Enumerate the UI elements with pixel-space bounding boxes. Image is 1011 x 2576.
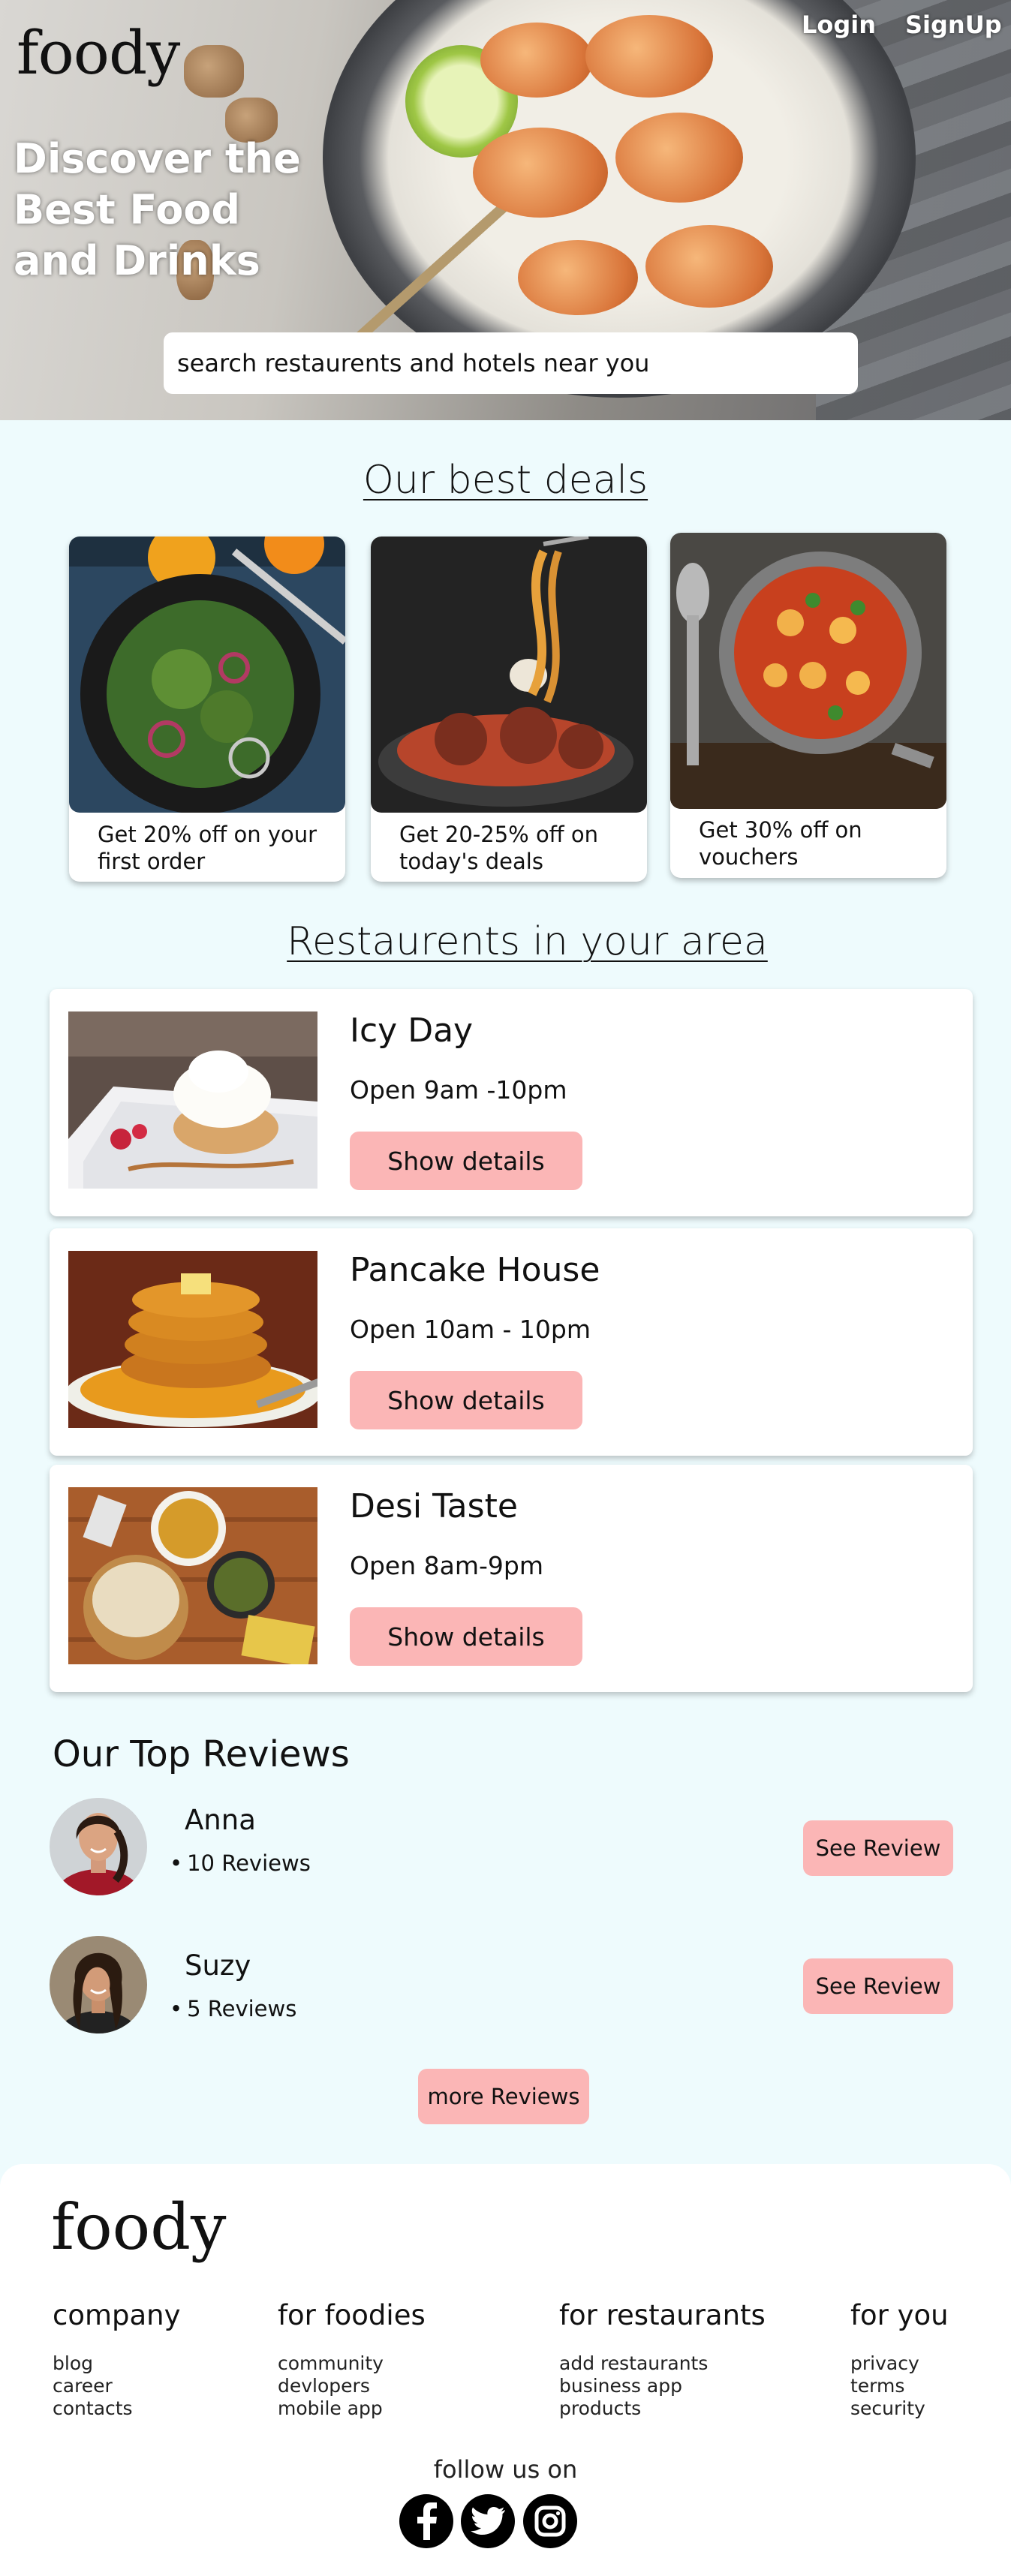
restaurant-hours: Open 9am -10pm: [350, 1075, 567, 1105]
footer-link[interactable]: business app: [559, 2375, 766, 2397]
restaurant-name: Pancake House: [350, 1251, 600, 1289]
restaurant-card[interactable]: Pancake House Open 10am - 10pm Show deta…: [50, 1228, 973, 1456]
hero-banner: foody Discover the Best Food and Drinks …: [0, 0, 1011, 420]
footer-link[interactable]: blog: [53, 2352, 181, 2375]
deal-card[interactable]: Get 20-25% off on today's deals: [371, 537, 647, 882]
deal-caption: Get 20-25% off on today's deals: [399, 822, 599, 874]
show-details-button[interactable]: Show details: [350, 1371, 582, 1429]
footer-link[interactable]: devlopers: [278, 2375, 426, 2397]
spaghetti-image: [371, 537, 647, 813]
twitter-icon[interactable]: [461, 2494, 515, 2548]
deals-title: Our best deals: [363, 458, 648, 503]
restaurant-hours: Open 10am - 10pm: [350, 1315, 591, 1344]
signup-link[interactable]: SignUp: [905, 11, 1002, 39]
facebook-icon[interactable]: [399, 2494, 453, 2548]
icecream-dessert-image: [68, 1011, 317, 1189]
salad-image: [69, 537, 345, 813]
footer-column-restaurants: for restaurants add restaurants business…: [559, 2299, 766, 2420]
instagram-icon[interactable]: [523, 2494, 577, 2548]
deal-caption: Get 30% off on vouchers: [699, 817, 862, 870]
restaurant-card[interactable]: Icy Day Open 9am -10pm Show details: [50, 989, 973, 1216]
footer-column-company: company blog career contacts: [53, 2299, 181, 2420]
shrimp-image: [645, 225, 773, 308]
show-details-button[interactable]: Show details: [350, 1607, 582, 1666]
see-review-button[interactable]: See Review: [803, 1820, 953, 1876]
footer-link[interactable]: career: [53, 2375, 181, 2397]
footer: foody company blog career contacts for f…: [0, 2164, 1011, 2576]
search-input[interactable]: [164, 332, 858, 394]
follow-us-label: follow us on: [433, 2455, 578, 2484]
footer-heading: for foodies: [278, 2299, 426, 2331]
footer-link[interactable]: products: [559, 2397, 766, 2420]
reviewer-name: Suzy: [185, 1949, 251, 1982]
footer-link[interactable]: terms: [850, 2375, 949, 2397]
show-details-button[interactable]: Show details: [350, 1132, 582, 1190]
see-review-button[interactable]: See Review: [803, 1958, 953, 2014]
footer-link[interactable]: privacy: [850, 2352, 949, 2375]
footer-logo[interactable]: foody: [51, 2190, 226, 2264]
shrimp-image: [473, 128, 608, 218]
restaurant-name: Desi Taste: [350, 1487, 518, 1525]
footer-heading: for you: [850, 2299, 949, 2331]
pancake-image: [68, 1251, 317, 1428]
footer-link[interactable]: mobile app: [278, 2397, 426, 2420]
review-count: 10 Reviews: [170, 1850, 311, 1876]
shrimp-image: [480, 23, 593, 98]
hero-title: Discover the Best Food and Drinks: [14, 135, 301, 284]
indian-food-image: [68, 1487, 317, 1664]
restaurants-title: Restaurents in your area: [287, 919, 768, 964]
deal-card[interactable]: Get 20% off on your first order: [69, 537, 345, 882]
restaurant-name: Icy Day: [350, 1011, 474, 1050]
more-reviews-button[interactable]: more Reviews: [418, 2069, 589, 2124]
reviewer-row: Suzy 5 Reviews See Review: [50, 1936, 958, 2041]
footer-link[interactable]: community: [278, 2352, 426, 2375]
footer-heading: for restaurants: [559, 2299, 766, 2331]
footer-link[interactable]: security: [850, 2397, 949, 2420]
deal-card[interactable]: Get 30% off on vouchers: [670, 533, 946, 878]
review-count: 5 Reviews: [170, 1996, 296, 2021]
footer-heading: company: [53, 2299, 181, 2331]
shrimp-image: [585, 15, 713, 98]
gnocchi-pan-image: [670, 533, 946, 809]
avatar: [50, 1936, 147, 2033]
reviewer-name: Anna: [185, 1804, 256, 1836]
restaurant-card[interactable]: Desi Taste Open 8am-9pm Show details: [50, 1465, 973, 1692]
avatar: [50, 1798, 147, 1895]
deal-caption: Get 20% off on your first order: [98, 822, 317, 874]
reviews-title: Our Top Reviews: [53, 1733, 350, 1775]
footer-link[interactable]: add restaurants: [559, 2352, 766, 2375]
logo[interactable]: foody: [17, 18, 180, 88]
login-link[interactable]: Login: [802, 11, 876, 39]
restaurant-hours: Open 8am-9pm: [350, 1551, 543, 1580]
footer-column-foodies: for foodies community devlopers mobile a…: [278, 2299, 426, 2420]
walnut-image: [184, 45, 244, 98]
reviewer-row: Anna 10 Reviews See Review: [50, 1798, 958, 1895]
shrimp-image: [518, 240, 638, 315]
footer-link[interactable]: contacts: [53, 2397, 181, 2420]
footer-column-you: for you privacy terms security: [850, 2299, 949, 2420]
shrimp-image: [615, 113, 743, 203]
